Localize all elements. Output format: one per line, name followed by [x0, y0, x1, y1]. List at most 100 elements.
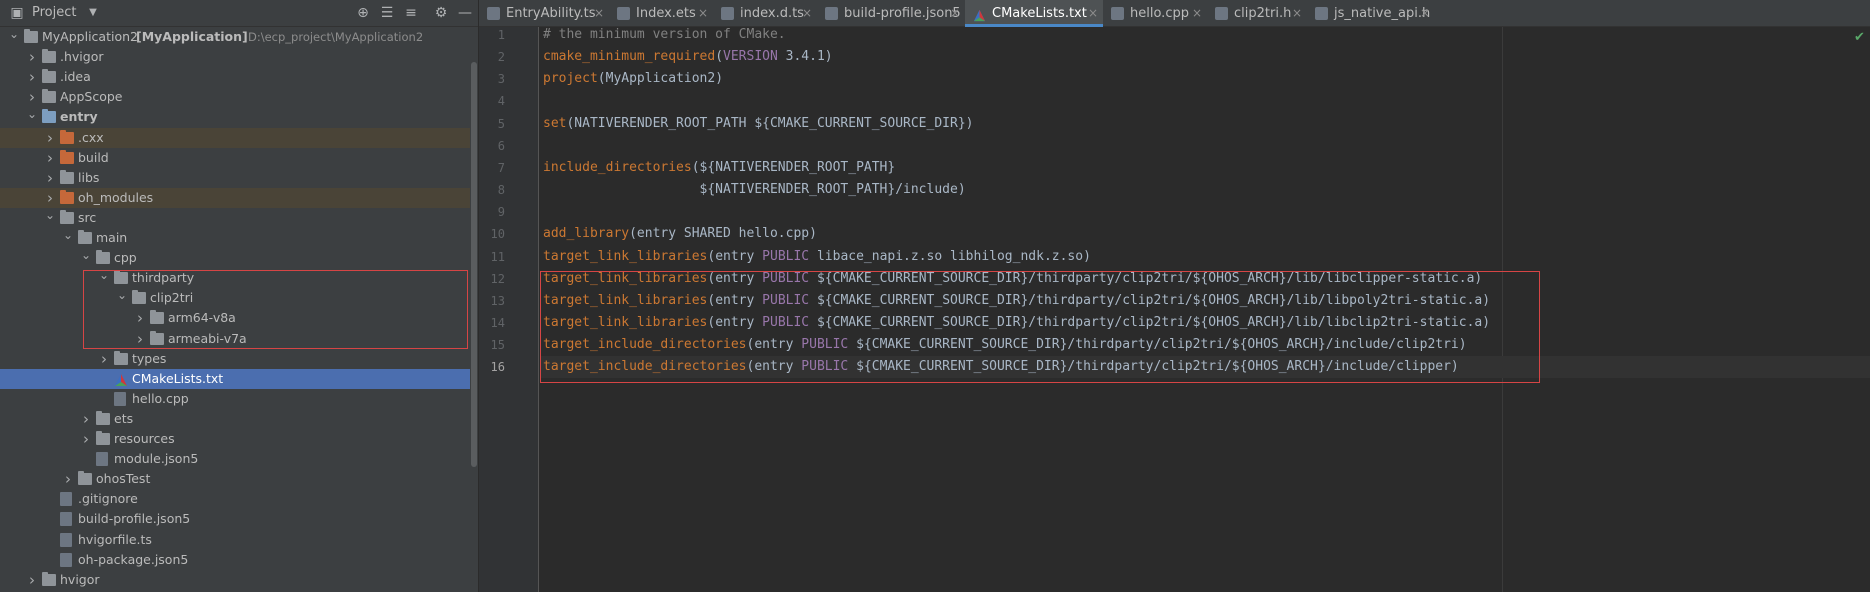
tree-item[interactable]: › types: [0, 349, 470, 369]
chevron-right-icon[interactable]: ›: [44, 188, 56, 208]
project-view-icon[interactable]: ▣: [8, 4, 26, 22]
tree-item[interactable]: › .cxx: [0, 127, 470, 148]
code-line[interactable]: include_directories(${NATIVERENDER_ROOT_…: [543, 157, 895, 179]
project-panel-title[interactable]: Project: [32, 5, 76, 20]
file-icon: [1215, 7, 1228, 20]
editor-tab-label: hello.cpp: [1130, 6, 1189, 21]
folder-icon: [42, 69, 56, 84]
editor-tab-label: index.d.ts: [740, 6, 804, 21]
chevron-down-icon[interactable]: ⌄: [44, 208, 56, 228]
tree-item[interactable]: .gitignore: [0, 489, 470, 509]
editor-tab-bar: EntryAbility.ts × Index.ets × index.d.ts × bui…: [479, 0, 1870, 27]
folder-icon: [42, 109, 56, 124]
tree-item[interactable]: › oh_modules: [0, 187, 470, 208]
editor-tab[interactable]: CMakeLists.txt ×: [965, 0, 1103, 27]
tree-item[interactable]: › ohosTest: [0, 469, 470, 489]
folder-icon: [60, 129, 74, 144]
chevron-down-icon[interactable]: ▼: [84, 4, 102, 22]
tree-item[interactable]: CMakeLists.txt: [0, 368, 470, 389]
tree-scrollbar-thumb[interactable]: [471, 62, 477, 467]
tree-item-label: .hvigor: [60, 49, 104, 65]
editor-tab[interactable]: hello.cpp ×: [1103, 0, 1207, 27]
chevron-down-icon[interactable]: ⌄: [62, 228, 74, 248]
editor-tab[interactable]: clip2tri.h ×: [1207, 0, 1307, 27]
chevron-right-icon[interactable]: ›: [26, 67, 38, 87]
close-icon[interactable]: ×: [1292, 0, 1302, 27]
tree-item[interactable]: ⌄ MyApplication2 [MyApplication] D:\ecp_pro…: [0, 27, 470, 47]
close-icon[interactable]: ×: [698, 0, 708, 27]
chevron-down-icon[interactable]: ⌄: [8, 27, 20, 47]
tree-item-label: main: [96, 230, 128, 245]
tree-item[interactable]: build-profile.json5: [0, 509, 470, 529]
inspection-ok-icon[interactable]: ✔: [1854, 30, 1865, 45]
minimize-icon[interactable]: —: [456, 4, 474, 22]
tree-scrollbar[interactable]: [470, 27, 478, 592]
code-line[interactable]: project(MyApplication2): [543, 68, 723, 90]
close-icon[interactable]: ×: [950, 0, 960, 27]
tree-item[interactable]: › .idea: [0, 67, 470, 87]
editor-tab[interactable]: Index.ets ×: [609, 0, 713, 27]
file-icon: [1315, 7, 1328, 20]
chevron-down-icon[interactable]: ⌄: [26, 107, 38, 127]
close-icon[interactable]: ×: [1192, 0, 1202, 27]
project-path: D:\ecp_project\MyApplication2: [248, 30, 424, 44]
chevron-right-icon[interactable]: ›: [26, 47, 38, 67]
editor-tab[interactable]: EntryAbility.ts ×: [479, 0, 609, 27]
tree-item[interactable]: hvigorfile.ts: [0, 530, 470, 550]
tree-item[interactable]: ⌄ main: [0, 228, 470, 248]
tree-item[interactable]: ⌄ cpp: [0, 248, 470, 268]
tree-item[interactable]: oh-package.json5: [0, 550, 470, 570]
chevron-right-icon[interactable]: ›: [98, 349, 110, 369]
file-icon: [60, 552, 72, 567]
chevron-right-icon[interactable]: ›: [26, 570, 38, 590]
expand-all-icon[interactable]: ☰: [378, 4, 396, 22]
collapse-all-icon[interactable]: ≡: [402, 4, 420, 22]
code-line[interactable]: ${NATIVERENDER_ROOT_PATH}/include): [543, 179, 966, 201]
tree-item[interactable]: › ets: [0, 409, 470, 429]
editor-tab[interactable]: build-profile.json5 ×: [817, 0, 965, 27]
tree-item[interactable]: module.json5: [0, 449, 470, 469]
code-line[interactable]: add_library(entry SHARED hello.cpp): [543, 223, 817, 245]
chevron-down-icon[interactable]: ⌄: [80, 248, 92, 268]
locate-icon[interactable]: ⊕: [354, 4, 372, 22]
chevron-right-icon[interactable]: ›: [26, 87, 38, 107]
code-annotation-box: [540, 271, 1540, 383]
close-icon[interactable]: ×: [594, 0, 604, 27]
tree-item-label: entry: [60, 109, 98, 125]
editor-tab[interactable]: js_native_api.h ×: [1307, 0, 1435, 27]
chevron-right-icon[interactable]: ›: [62, 469, 74, 489]
tree-item-label: ets: [114, 410, 134, 426]
close-icon[interactable]: ×: [1088, 0, 1098, 27]
chevron-right-icon[interactable]: ›: [80, 409, 92, 429]
close-icon[interactable]: ×: [802, 0, 812, 27]
tree-item[interactable]: › .hvigor: [0, 47, 470, 67]
chevron-right-icon[interactable]: ›: [44, 168, 56, 188]
tree-item[interactable]: › resources: [0, 429, 470, 449]
code-line[interactable]: # the minimum version of CMake.: [543, 24, 786, 46]
line-number: 10: [490, 227, 505, 242]
code-line[interactable]: set(NATIVERENDER_ROOT_PATH ${CMAKE_CURRE…: [543, 113, 973, 135]
tree-item[interactable]: ⌄ src: [0, 208, 470, 228]
folder-icon: [78, 230, 92, 244]
tree-item[interactable]: › AppScope: [0, 87, 470, 107]
tree-item[interactable]: › build: [0, 148, 470, 168]
tree-item-label: libs: [78, 169, 100, 185]
editor-tab[interactable]: index.d.ts ×: [713, 0, 817, 27]
line-number: 5: [497, 116, 505, 131]
folder-icon: [60, 209, 74, 224]
tree-item[interactable]: ⌄ entry: [0, 107, 470, 127]
chevron-right-icon[interactable]: ›: [44, 128, 56, 148]
tree-item[interactable]: hello.cpp: [0, 389, 470, 409]
chevron-right-icon[interactable]: ›: [44, 148, 56, 168]
tree-item-label: build: [78, 149, 109, 165]
tree-item[interactable]: › hvigor: [0, 570, 470, 590]
chevron-right-icon[interactable]: ›: [80, 429, 92, 449]
editor-tab-label: EntryAbility.ts: [506, 6, 596, 21]
close-icon[interactable]: ×: [1420, 0, 1430, 27]
tree-item[interactable]: › libs: [0, 168, 470, 188]
file-icon: [60, 512, 72, 527]
code-line[interactable]: cmake_minimum_required(VERSION 3.4.1): [543, 46, 833, 68]
gear-icon[interactable]: ⚙: [432, 4, 450, 22]
code-line[interactable]: target_link_libraries(entry PUBLIC libac…: [543, 246, 1091, 268]
line-number: 15: [490, 338, 505, 353]
